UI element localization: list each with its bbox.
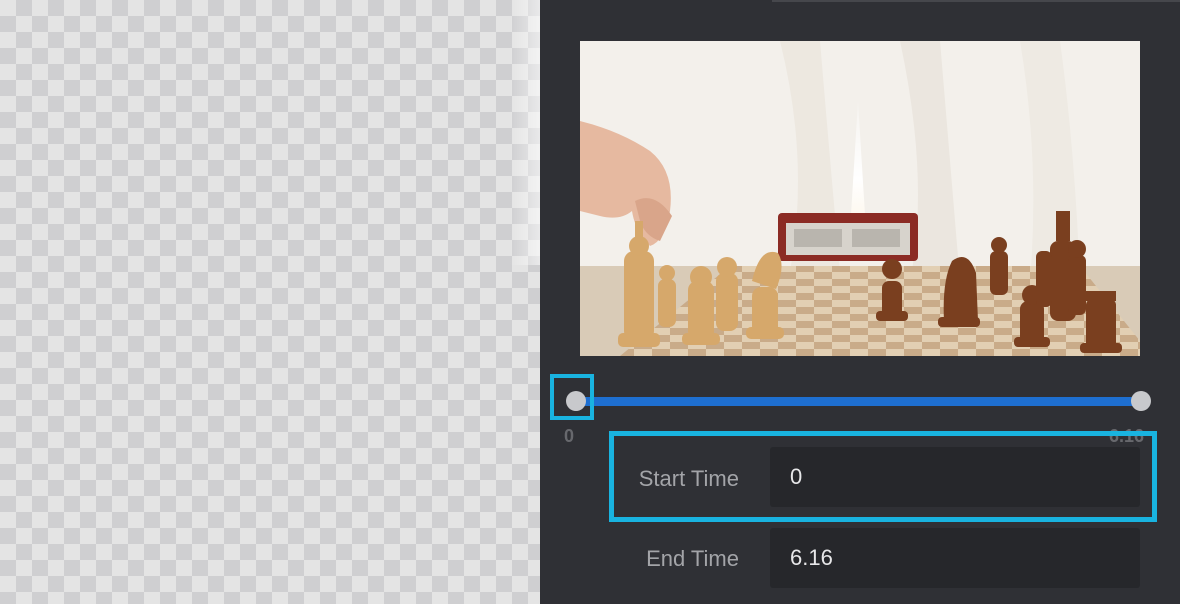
video-preview-thumbnail <box>580 41 1140 356</box>
start-time-highlight <box>609 431 1157 522</box>
canvas-edge-strip <box>510 0 540 265</box>
end-time-value: 6.16 <box>790 545 833 570</box>
transparent-canvas <box>0 0 540 604</box>
chess-scene-image <box>580 41 1140 356</box>
end-time-label: End Time <box>646 546 739 571</box>
start-handle-highlight <box>550 374 594 420</box>
trim-end-handle[interactable] <box>1131 391 1151 411</box>
trim-range-track[interactable] <box>576 397 1142 406</box>
slider-min-label: 0 <box>564 426 575 446</box>
end-time-input[interactable]: 6.16 <box>770 528 1140 588</box>
divider <box>772 0 1180 2</box>
